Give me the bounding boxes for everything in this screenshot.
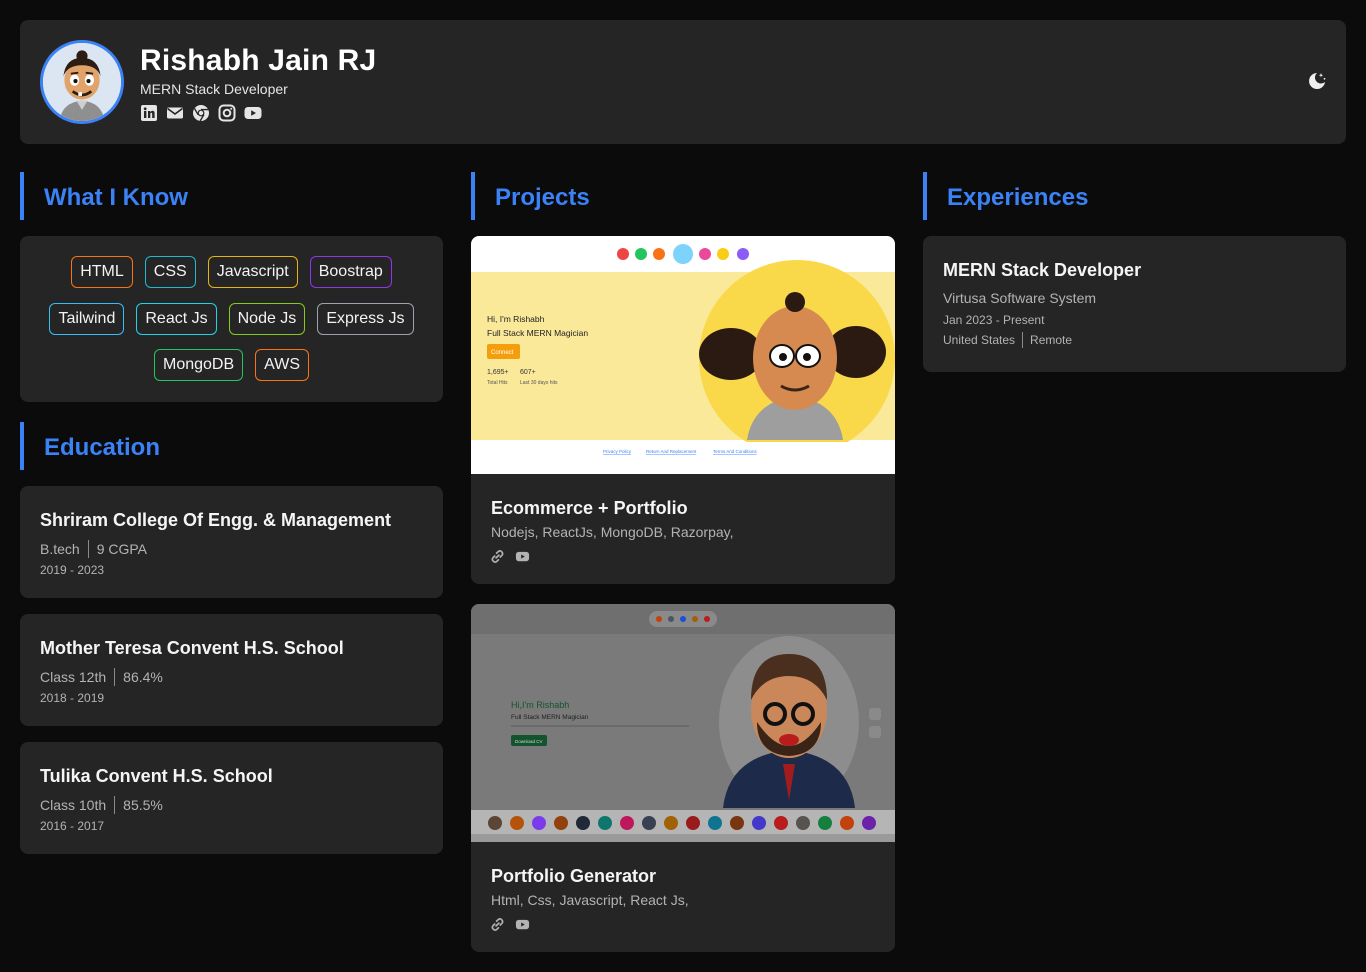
projects-heading: Projects (471, 172, 590, 220)
preview-footer-link: Privacy Policy (603, 449, 632, 454)
divider (114, 796, 116, 814)
work-mode: Remote (1030, 333, 1073, 347)
profile-role: MERN Stack Developer (140, 81, 288, 97)
project-screenshot[interactable]: Hi, I'm Rishabh Full Stack MERN Magician… (471, 236, 895, 474)
portfolio-generator-preview-image: Hi,I'm Rishabh Full Stack MERN Magician … (471, 604, 895, 842)
score: 85.5% (123, 797, 163, 813)
project-stack: Html, Css, Javascript, React Js, (491, 892, 689, 908)
skills-heading: What I Know (20, 172, 188, 220)
youtube-icon[interactable] (515, 917, 530, 932)
project-title: Portfolio Generator (491, 866, 657, 886)
skill-chip: AWS (255, 349, 309, 382)
location: United States (943, 333, 1016, 347)
ecommerce-preview-image: Hi, I'm Rishabh Full Stack MERN Magician… (471, 236, 895, 474)
preview-footer-link: Terms And Conditions (713, 449, 758, 454)
project-links (490, 917, 530, 932)
skill-chip: MongoDB (153, 349, 244, 382)
profile-name: Rishabh Jain RJ (140, 44, 377, 77)
job-dates: Jan 2023 - Present (943, 313, 1045, 327)
mail-icon[interactable] (166, 104, 184, 122)
preview-stat-value: 1,695+ (487, 369, 509, 376)
skill-chip: Tailwind (49, 302, 125, 335)
degree: Class 10th (40, 797, 107, 813)
skill-chip: Node Js (228, 302, 306, 335)
preview-tagline: Full Stack MERN Magician (511, 714, 589, 721)
preview-stat-label: Last 30 days hits (520, 380, 558, 386)
youtube-icon[interactable] (515, 549, 530, 564)
score: 9 CGPA (96, 541, 148, 557)
profile-header: Rishabh Jain RJ MERN Stack Developer (20, 20, 1346, 144)
project-screenshot[interactable]: Hi,I'm Rishabh Full Stack MERN Magician … (471, 604, 895, 842)
skill-chip: Boostrap (309, 256, 392, 288)
skill-chip: CSS (144, 256, 196, 288)
education-meta: B.tech 9 CGPA (40, 540, 147, 558)
preview-tagline: Full Stack MERN Magician (487, 328, 588, 338)
degree: B.tech (40, 541, 80, 557)
education-heading: Education (20, 422, 160, 470)
preview-connect-button: Connect (491, 350, 514, 356)
job-location: United States Remote (943, 332, 1072, 348)
social-links (140, 104, 262, 122)
preview-greeting: Hi, I'm Rishabh (487, 314, 545, 324)
education-years: 2016 - 2017 (40, 819, 105, 833)
project-card: Hi, I'm Rishabh Full Stack MERN Magician… (471, 236, 895, 584)
company-name: Virtusa Software System (943, 290, 1097, 306)
school-name: Mother Teresa Convent H.S. School (40, 638, 344, 658)
preview-stat-value: 607+ (520, 369, 536, 376)
skills-card: HTML CSS Javascript Boostrap Tailwind Re… (20, 236, 443, 402)
skill-chip: HTML (71, 256, 133, 288)
degree: Class 12th (40, 669, 107, 685)
preview-stat-label: Total Hits (487, 380, 508, 386)
preview-footer-link: Return And Replacement (646, 449, 697, 454)
project-links (490, 549, 530, 564)
instagram-icon[interactable] (218, 104, 236, 122)
divider (1022, 332, 1024, 348)
project-card: Hi,I'm Rishabh Full Stack MERN Magician … (471, 604, 895, 952)
divider (114, 668, 116, 686)
skill-chip: Javascript (207, 256, 298, 288)
preview-greeting: Hi,I'm Rishabh (511, 700, 569, 710)
education-card: Mother Teresa Convent H.S. School Class … (20, 614, 443, 726)
score: 86.4% (123, 669, 163, 685)
link-icon[interactable] (490, 917, 505, 932)
job-title: MERN Stack Developer (943, 260, 1142, 280)
skill-chip: Express Js (317, 302, 414, 335)
preview-download-button: Download CV (515, 739, 543, 744)
project-title: Ecommerce + Portfolio (491, 498, 688, 518)
education-meta: Class 12th 86.4% (40, 668, 163, 686)
link-icon[interactable] (490, 549, 505, 564)
skill-chip: React Js (136, 302, 217, 335)
moon-stars-icon[interactable] (1306, 70, 1328, 92)
education-card: Tulika Convent H.S. School Class 10th 85… (20, 742, 443, 854)
chrome-icon[interactable] (192, 104, 210, 122)
linkedin-icon[interactable] (140, 104, 158, 122)
education-meta: Class 10th 85.5% (40, 796, 163, 814)
education-years: 2019 - 2023 (40, 563, 105, 577)
experiences-heading: Experiences (923, 172, 1088, 220)
school-name: Shriram College Of Engg. & Management (40, 510, 392, 530)
youtube-icon[interactable] (244, 104, 262, 122)
project-stack: Nodejs, ReactJs, MongoDB, Razorpay, (491, 524, 734, 540)
cartoon-avatar-icon (43, 43, 121, 121)
education-card: Shriram College Of Engg. & Management B.… (20, 486, 443, 598)
school-name: Tulika Convent H.S. School (40, 766, 273, 786)
education-years: 2018 - 2019 (40, 691, 105, 705)
divider (87, 540, 89, 558)
experience-card: MERN Stack Developer Virtusa Software Sy… (923, 236, 1346, 372)
profile-avatar (40, 40, 124, 124)
